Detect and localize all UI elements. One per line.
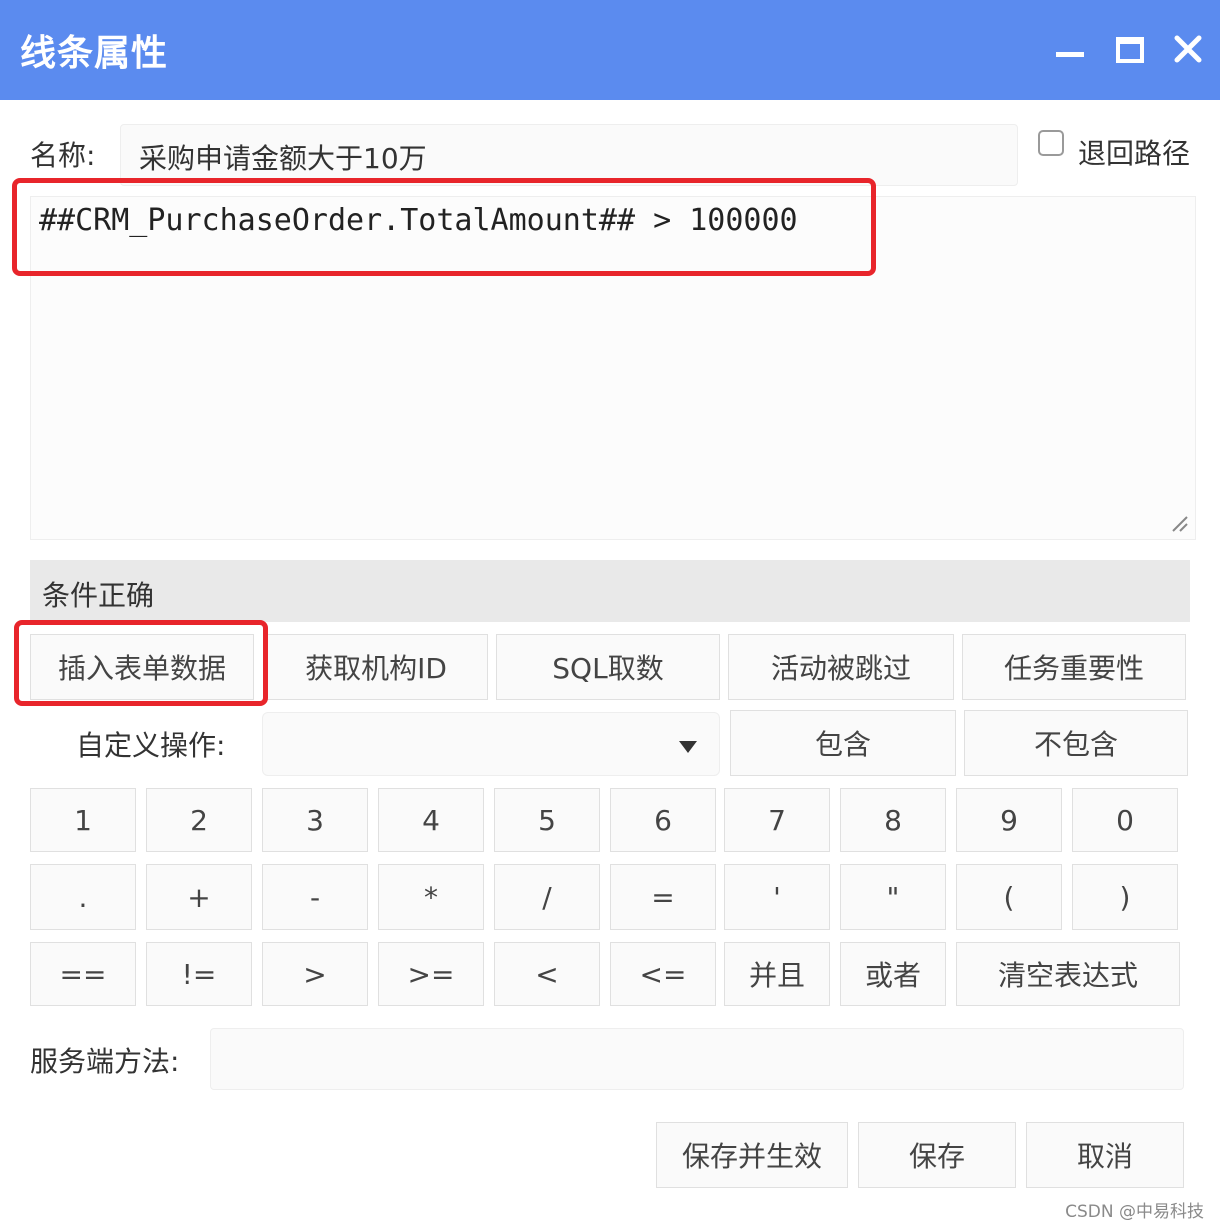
key-plus-button[interactable]: +: [146, 864, 252, 930]
cancel-button[interactable]: 取消: [1026, 1122, 1184, 1188]
key-3-button[interactable]: 3: [262, 788, 368, 852]
key-dot-button[interactable]: .: [30, 864, 136, 930]
window-title: 线条属性: [20, 33, 169, 74]
op-greater-button[interactable]: >: [262, 942, 368, 1006]
op-equal-button[interactable]: ==: [30, 942, 136, 1006]
key-single-quote-button[interactable]: ': [724, 864, 830, 930]
key-double-quote-button[interactable]: ": [840, 864, 946, 930]
resize-handle-icon[interactable]: [1169, 513, 1189, 533]
save-button[interactable]: 保存: [858, 1122, 1016, 1188]
key-multiply-button[interactable]: *: [378, 864, 484, 930]
maximize-icon[interactable]: [1110, 30, 1150, 70]
key-left-paren-button[interactable]: (: [956, 864, 1062, 930]
key-1-button[interactable]: 1: [30, 788, 136, 852]
return-path-label[interactable]: 退回路径: [1078, 132, 1190, 172]
expression-highlight: [12, 178, 876, 276]
key-7-button[interactable]: 7: [724, 788, 830, 852]
key-9-button[interactable]: 9: [956, 788, 1062, 852]
key-right-paren-button[interactable]: ): [1072, 864, 1178, 930]
server-method-label: 服务端方法:: [30, 1045, 180, 1078]
key-0-button[interactable]: 0: [1072, 788, 1178, 852]
clear-expression-button[interactable]: 清空表达式: [956, 942, 1180, 1006]
dropdown-arrow-icon: [679, 741, 697, 753]
key-equals-button[interactable]: =: [610, 864, 716, 930]
key-4-button[interactable]: 4: [378, 788, 484, 852]
status-bar: 条件正确: [30, 560, 1190, 622]
status-text: 条件正确: [42, 579, 155, 612]
custom-op-label: 自定义操作:: [76, 729, 226, 762]
name-label: 名称:: [30, 139, 96, 172]
name-input[interactable]: 采购申请金额大于10万: [120, 124, 1018, 186]
contains-button[interactable]: 包含: [730, 710, 956, 776]
save-and-apply-button[interactable]: 保存并生效: [656, 1122, 848, 1188]
custom-op-select[interactable]: [262, 712, 720, 776]
task-importance-button[interactable]: 任务重要性: [962, 634, 1186, 700]
activity-skipped-button[interactable]: 活动被跳过: [728, 634, 954, 700]
key-2-button[interactable]: 2: [146, 788, 252, 852]
key-6-button[interactable]: 6: [610, 788, 716, 852]
close-icon[interactable]: [1168, 30, 1208, 70]
title-bar: 线条属性: [0, 0, 1220, 100]
minimize-icon[interactable]: [1050, 30, 1090, 70]
op-greater-equal-button[interactable]: >=: [378, 942, 484, 1006]
op-less-equal-button[interactable]: <=: [610, 942, 716, 1006]
return-path-checkbox[interactable]: [1038, 130, 1064, 156]
op-or-button[interactable]: 或者: [840, 942, 946, 1006]
server-method-input[interactable]: [210, 1028, 1184, 1090]
key-minus-button[interactable]: -: [262, 864, 368, 930]
op-not-equal-button[interactable]: !=: [146, 942, 252, 1006]
op-less-button[interactable]: <: [494, 942, 600, 1006]
op-and-button[interactable]: 并且: [724, 942, 830, 1006]
key-8-button[interactable]: 8: [840, 788, 946, 852]
key-divide-button[interactable]: /: [494, 864, 600, 930]
get-org-id-button[interactable]: 获取机构ID: [264, 634, 488, 700]
key-5-button[interactable]: 5: [494, 788, 600, 852]
watermark: CSDN @中易科技: [1065, 1202, 1204, 1222]
insert-button-highlight: [14, 620, 268, 706]
sql-fetch-button[interactable]: SQL取数: [496, 634, 720, 700]
not-contains-button[interactable]: 不包含: [964, 710, 1188, 776]
name-value: 采购申请金额大于10万: [139, 142, 427, 175]
